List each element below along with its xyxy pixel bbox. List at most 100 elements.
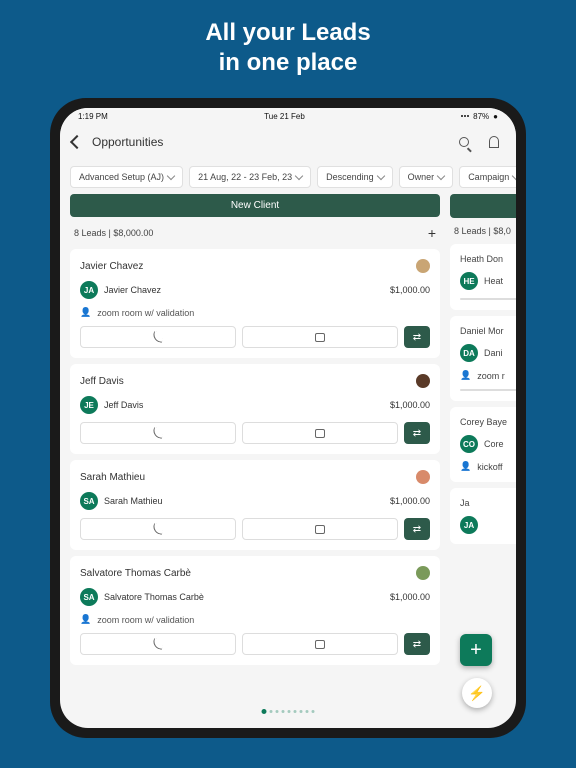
contact-initials: JE bbox=[80, 396, 98, 414]
filter-bar: Advanced Setup (AJ) 21 Aug, 22 - 23 Feb,… bbox=[60, 160, 516, 194]
swap-icon: ⇄ bbox=[413, 639, 421, 650]
fab-add-button[interactable]: + bbox=[460, 634, 492, 666]
app-header: Opportunities bbox=[60, 124, 516, 160]
lead-name: Sarah Mathieu bbox=[80, 472, 145, 483]
bolt-icon: ⚡ bbox=[468, 685, 485, 702]
move-button[interactable]: ⇄ bbox=[404, 422, 430, 444]
amount: $1,000.00 bbox=[390, 592, 430, 602]
status-time: 1:19 PM bbox=[78, 112, 108, 121]
filter-sort[interactable]: Descending bbox=[317, 166, 393, 188]
amount: $1,000.00 bbox=[390, 285, 430, 295]
message-button[interactable] bbox=[242, 326, 398, 348]
filter-campaign[interactable]: Campaign bbox=[459, 166, 516, 188]
move-button[interactable]: ⇄ bbox=[404, 633, 430, 655]
filter-date[interactable]: 21 Aug, 22 - 23 Feb, 23 bbox=[189, 166, 311, 188]
avatar bbox=[416, 259, 430, 273]
chat-icon bbox=[315, 429, 325, 438]
hero-line-1: All your Leads bbox=[205, 18, 370, 48]
column-header[interactable] bbox=[450, 194, 516, 218]
phone-icon bbox=[153, 428, 163, 438]
chat-icon bbox=[315, 525, 325, 534]
add-lead-button[interactable]: + bbox=[428, 225, 436, 241]
lead-card[interactable]: Javier Chavez JA Javier Chavez $1,000.00 👤… bbox=[70, 249, 440, 358]
message-button[interactable] bbox=[242, 422, 398, 444]
contact-initials: SA bbox=[80, 492, 98, 510]
chevron-down-icon bbox=[295, 171, 303, 179]
person-icon: 👤 bbox=[460, 370, 471, 381]
call-button[interactable] bbox=[80, 518, 236, 540]
back-button[interactable] bbox=[70, 135, 84, 149]
move-button[interactable]: ⇄ bbox=[404, 326, 430, 348]
column-new-client: New Client 8 Leads | $8,000.00 + Javier … bbox=[70, 194, 440, 718]
lead-card[interactable]: Daniel Mor DADani 👤zoom r bbox=[450, 316, 516, 401]
lead-name: Jeff Davis bbox=[80, 376, 124, 387]
avatar bbox=[416, 566, 430, 580]
chevron-down-icon bbox=[376, 171, 384, 179]
move-button[interactable]: ⇄ bbox=[404, 518, 430, 540]
chat-icon bbox=[315, 640, 325, 649]
phone-icon bbox=[153, 639, 163, 649]
status-bar: 1:19 PM Tue 21 Feb 87% ● bbox=[60, 108, 516, 124]
task-row: 👤zoom room w/ validation bbox=[80, 307, 430, 318]
page-indicator bbox=[262, 709, 315, 714]
contact-name: Sarah Mathieu bbox=[104, 496, 163, 506]
lead-card[interactable]: Salvatore Thomas Carbè SA Salvatore Thoma… bbox=[70, 556, 440, 665]
column-summary: 8 Leads | $8,0 bbox=[450, 224, 516, 238]
status-date: Tue 21 Feb bbox=[264, 112, 305, 121]
kanban-board: New Client 8 Leads | $8,000.00 + Javier … bbox=[60, 194, 516, 728]
lead-card[interactable]: Ja JA bbox=[450, 488, 516, 544]
bell-icon bbox=[489, 136, 499, 148]
person-icon: 👤 bbox=[80, 614, 91, 625]
amount: $1,000.00 bbox=[390, 400, 430, 410]
swap-icon: ⇄ bbox=[413, 428, 421, 439]
quick-action-button[interactable]: ⚡ bbox=[462, 678, 492, 708]
lead-card[interactable]: Corey Baye COCore 👤kickoff bbox=[450, 407, 516, 482]
search-button[interactable] bbox=[454, 132, 474, 152]
contact-initials: SA bbox=[80, 588, 98, 606]
leads-summary: 8 Leads | $8,0 bbox=[454, 226, 511, 236]
call-button[interactable] bbox=[460, 389, 516, 391]
column-header[interactable]: New Client bbox=[70, 194, 440, 217]
lead-name: Javier Chavez bbox=[80, 261, 143, 272]
call-button[interactable] bbox=[80, 422, 236, 444]
person-icon: 👤 bbox=[80, 307, 91, 318]
avatar bbox=[416, 374, 430, 388]
call-button[interactable] bbox=[80, 633, 236, 655]
notifications-button[interactable] bbox=[484, 132, 504, 152]
chevron-down-icon bbox=[167, 171, 175, 179]
task-row: 👤zoom room w/ validation bbox=[80, 614, 430, 625]
chevron-down-icon bbox=[512, 171, 516, 179]
page-title: Opportunities bbox=[92, 135, 444, 149]
contact-name: Jeff Davis bbox=[104, 400, 143, 410]
message-button[interactable] bbox=[242, 518, 398, 540]
filter-owner[interactable]: Owner bbox=[399, 166, 454, 188]
contact-name: Javier Chavez bbox=[104, 285, 161, 295]
person-icon: 👤 bbox=[460, 461, 471, 472]
leads-summary: 8 Leads | $8,000.00 bbox=[74, 228, 153, 238]
contact-initials: JA bbox=[80, 281, 98, 299]
avatar bbox=[416, 470, 430, 484]
swap-icon: ⇄ bbox=[413, 524, 421, 535]
contact-name: Salvatore Thomas Carbè bbox=[104, 592, 204, 602]
screen: 1:19 PM Tue 21 Feb 87% ● Opportunities A… bbox=[60, 108, 516, 728]
battery-icon: ● bbox=[493, 112, 498, 121]
lead-card[interactable]: Sarah Mathieu SASarah Mathieu$1,000.00 ⇄ bbox=[70, 460, 440, 550]
hero-line-2: in one place bbox=[205, 48, 370, 78]
swap-icon: ⇄ bbox=[413, 332, 421, 343]
column-summary: 8 Leads | $8,000.00 + bbox=[70, 223, 440, 243]
hero-banner: All your Leads in one place bbox=[205, 0, 370, 98]
phone-icon bbox=[153, 524, 163, 534]
phone-icon bbox=[153, 332, 163, 342]
message-button[interactable] bbox=[242, 633, 398, 655]
lead-card[interactable]: Jeff Davis JE Jeff Davis $1,000.00 ⇄ bbox=[70, 364, 440, 454]
chat-icon bbox=[315, 333, 325, 342]
status-battery: 87% bbox=[473, 112, 489, 121]
search-icon bbox=[459, 137, 469, 147]
lead-name: Salvatore Thomas Carbè bbox=[80, 568, 191, 579]
call-button[interactable] bbox=[460, 298, 516, 300]
chevron-down-icon bbox=[437, 171, 445, 179]
filter-setup[interactable]: Advanced Setup (AJ) bbox=[70, 166, 183, 188]
lead-card[interactable]: Heath Don HEHeat bbox=[450, 244, 516, 310]
call-button[interactable] bbox=[80, 326, 236, 348]
tablet-frame: 1:19 PM Tue 21 Feb 87% ● Opportunities A… bbox=[50, 98, 526, 738]
